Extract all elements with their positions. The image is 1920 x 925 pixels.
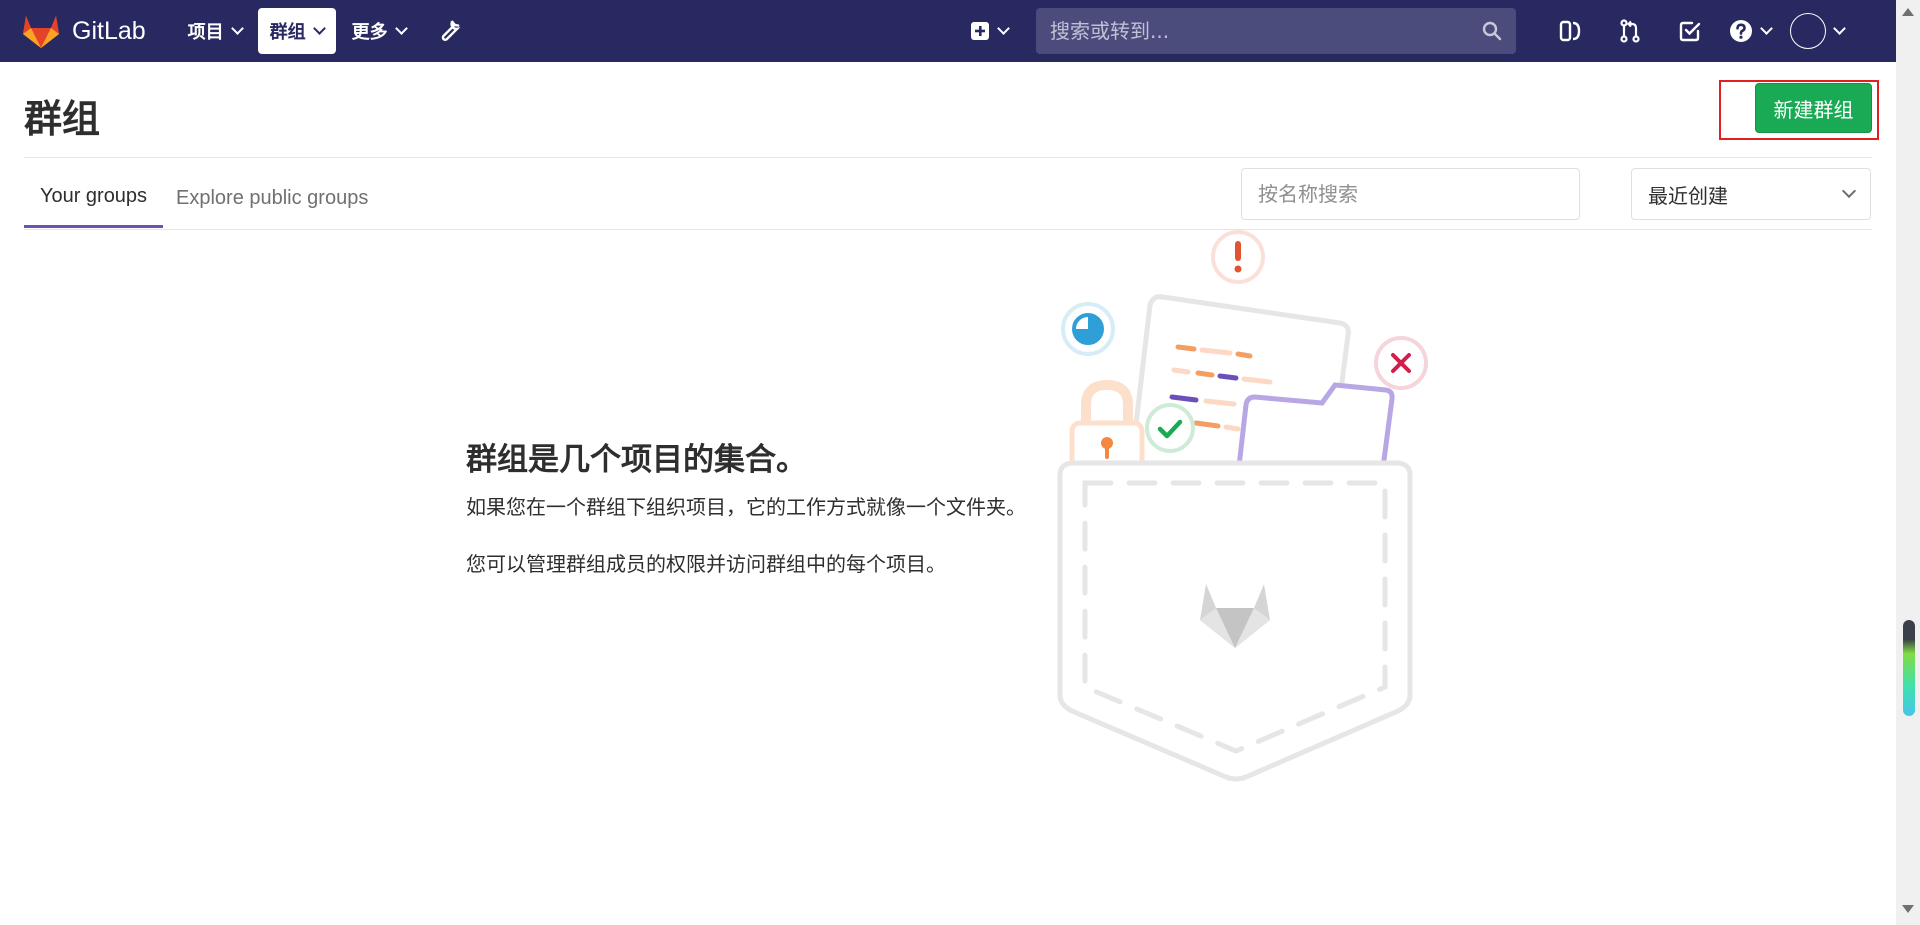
gitlab-tanuki-icon [23, 16, 59, 48]
chevron-down-icon [394, 22, 408, 35]
global-search-input[interactable] [1050, 19, 1450, 43]
global-search[interactable] [1036, 8, 1516, 54]
top-navbar: GitLab 项目 群组 更多 [0, 0, 1896, 62]
logo-text: GitLab [72, 16, 146, 45]
groups-empty-illustration [1057, 230, 1428, 782]
page-title: 群组 [24, 97, 101, 141]
wrench-icon [441, 20, 461, 41]
issues-button[interactable] [1540, 19, 1600, 43]
scrollbar-thumb[interactable] [1903, 620, 1915, 716]
header-divider [24, 157, 1872, 158]
nav-icon-group [1540, 19, 1780, 43]
issues-icon [1559, 20, 1581, 42]
empty-state-description-1: 如果您在一个群组下组织项目，它的工作方式就像一个文件夹。 [466, 495, 1026, 519]
chevron-down-icon [1760, 22, 1773, 35]
user-avatar [1790, 13, 1826, 49]
chevron-down-icon [1841, 183, 1857, 199]
new-group-button[interactable]: 新建群组 [1755, 83, 1872, 133]
tabs-divider [24, 229, 1872, 230]
nav-more-dropdown[interactable]: 更多 [340, 8, 418, 54]
new-item-dropdown[interactable] [970, 21, 1010, 41]
help-icon [1730, 20, 1752, 42]
main-menu: 项目 群组 更多 [176, 8, 462, 54]
merge-request-icon [1620, 19, 1640, 43]
chevron-down-icon [312, 22, 326, 35]
chevron-down-icon [997, 22, 1010, 35]
chevron-down-icon [230, 22, 244, 35]
empty-state-title: 群组是几个项目的集合。 [466, 442, 807, 478]
pie-chart-badge-icon [1061, 302, 1115, 356]
nav-more-label: 更多 [351, 22, 388, 43]
empty-state-description-2: 您可以管理群组成员的权限并访问群组中的每个项目。 [466, 552, 946, 576]
page-scrollbar[interactable] [1896, 0, 1920, 925]
merge-requests-button[interactable] [1600, 19, 1660, 43]
sort-dropdown[interactable]: 最近创建 [1631, 168, 1871, 220]
nav-projects-dropdown[interactable]: 项目 [176, 8, 254, 54]
navbar-right [970, 0, 1846, 62]
chevron-down-icon [1833, 22, 1846, 35]
tab-explore-public-groups[interactable]: Explore public groups [176, 168, 368, 228]
todos-button[interactable] [1660, 20, 1720, 42]
nav-groups-dropdown[interactable]: 群组 [257, 8, 336, 54]
alert-badge-icon [1211, 230, 1265, 284]
admin-area-button[interactable] [436, 18, 462, 44]
sort-selected-value: 最近创建 [1648, 183, 1728, 208]
scroll-down-arrow-icon[interactable] [1902, 905, 1914, 913]
user-menu-dropdown[interactable] [1790, 13, 1846, 49]
tab-your-groups[interactable]: Your groups [24, 168, 163, 228]
error-badge-icon [1374, 336, 1428, 390]
nav-projects-label: 项目 [187, 22, 224, 43]
plus-square-icon [971, 22, 989, 40]
scroll-up-arrow-icon[interactable] [1902, 8, 1914, 16]
search-icon [1482, 21, 1502, 41]
gitlab-logo[interactable]: GitLab [22, 0, 146, 62]
help-dropdown[interactable] [1720, 19, 1780, 43]
nav-groups-label: 群组 [269, 22, 306, 43]
check-badge-icon [1145, 403, 1195, 453]
group-name-search-input[interactable] [1241, 168, 1580, 220]
todo-check-icon [1679, 21, 1701, 42]
